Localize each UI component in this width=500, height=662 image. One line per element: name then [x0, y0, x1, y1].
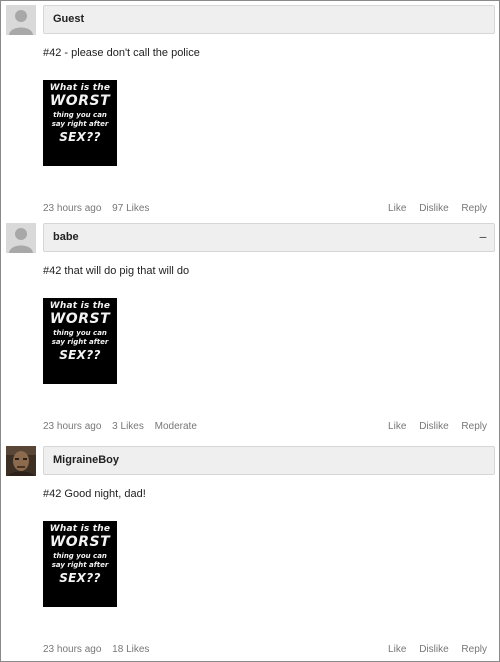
author-name[interactable]: Guest: [53, 13, 84, 25]
comment-header: Guest: [43, 5, 495, 34]
image-text-line: SEX??: [59, 129, 101, 144]
comment-header: MigraineBoy: [43, 446, 495, 475]
reply-button[interactable]: Reply: [461, 203, 487, 214]
dislike-button[interactable]: Dislike: [419, 203, 448, 214]
image-text-line: thing you can: [53, 329, 107, 338]
reply-button[interactable]: Reply: [461, 644, 487, 655]
comment-image[interactable]: What is the WORST thing you can say righ…: [43, 521, 117, 607]
image-text-line: What is the: [49, 301, 111, 311]
author-name[interactable]: babe: [53, 231, 79, 243]
moderate-link[interactable]: Moderate: [155, 421, 197, 432]
like-button[interactable]: Like: [388, 203, 406, 214]
comments-thread: Guest #42 - please don't call the police…: [0, 0, 500, 662]
comment: babe − #42 that will do pig that will do…: [1, 223, 499, 438]
dislike-button[interactable]: Dislike: [419, 421, 448, 432]
comment-image[interactable]: What is the WORST thing you can say righ…: [43, 80, 117, 166]
reply-button[interactable]: Reply: [461, 421, 487, 432]
author-name[interactable]: MigraineBoy: [53, 454, 119, 466]
comment: Guest #42 - please don't call the police…: [1, 5, 499, 220]
comment-actions: Like Dislike Reply: [378, 203, 487, 214]
likes-count[interactable]: 97 Likes: [112, 203, 149, 214]
comment-header: babe −: [43, 223, 495, 252]
image-text-line: SEX??: [59, 570, 101, 585]
comment-meta: 23 hours ago 18 Likes: [43, 644, 157, 655]
photo-avatar[interactable]: [6, 446, 36, 476]
image-text-line: say right after: [51, 338, 109, 347]
image-text-line: SEX??: [59, 347, 101, 362]
timestamp[interactable]: 23 hours ago: [43, 203, 101, 214]
image-text-line: WORST: [49, 534, 111, 551]
comment: MigraineBoy #42 Good night, dad! What is…: [1, 446, 499, 661]
default-avatar-icon[interactable]: [6, 5, 36, 35]
likes-count[interactable]: 18 Likes: [112, 644, 149, 655]
collapse-icon[interactable]: −: [479, 229, 487, 245]
image-text-line: say right after: [51, 561, 109, 570]
comment-text: #42 Good night, dad!: [43, 488, 146, 500]
like-button[interactable]: Like: [388, 644, 406, 655]
comment-text: #42 that will do pig that will do: [43, 265, 190, 277]
image-text-line: WORST: [49, 311, 111, 328]
likes-count[interactable]: 3 Likes: [112, 421, 144, 432]
image-text-line: What is the: [49, 83, 111, 93]
timestamp[interactable]: 23 hours ago: [43, 644, 101, 655]
image-text-line: WORST: [49, 93, 111, 110]
comment-image[interactable]: What is the WORST thing you can say righ…: [43, 298, 117, 384]
comment-meta: 23 hours ago 3 Likes Moderate: [43, 421, 205, 432]
comment-actions: Like Dislike Reply: [378, 644, 487, 655]
image-text-line: thing you can: [53, 552, 107, 561]
like-button[interactable]: Like: [388, 421, 406, 432]
comment-text: #42 - please don't call the police: [43, 47, 200, 59]
default-avatar-icon[interactable]: [6, 223, 36, 253]
timestamp[interactable]: 23 hours ago: [43, 421, 101, 432]
image-text-line: thing you can: [53, 111, 107, 120]
image-text-line: What is the: [49, 524, 111, 534]
comment-actions: Like Dislike Reply: [378, 421, 487, 432]
dislike-button[interactable]: Dislike: [419, 644, 448, 655]
comment-meta: 23 hours ago 97 Likes: [43, 203, 157, 214]
image-text-line: say right after: [51, 120, 109, 129]
